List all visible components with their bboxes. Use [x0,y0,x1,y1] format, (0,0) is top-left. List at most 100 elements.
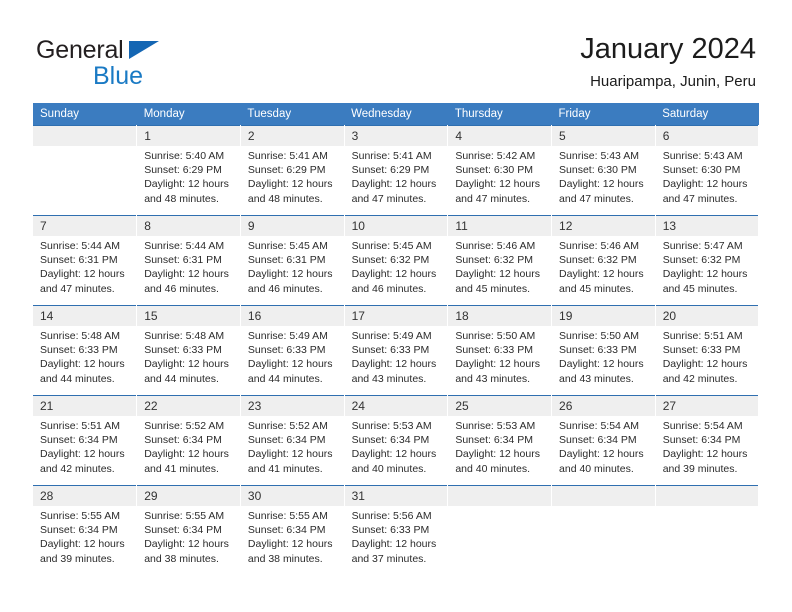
calendar-day-cell[interactable]: 18 Sunrise: 5:50 AM Sunset: 6:33 PM Dayligh… [447,305,553,396]
calendar-day-cell[interactable]: 31 Sunrise: 5:56 AM Sunset: 6:33 PM Dayligh… [344,485,449,576]
weekday-header-tuesday: Tuesday [240,103,345,126]
calendar-day-cell-empty [447,485,553,576]
sunrise-text: Sunrise: 5:45 AM [247,240,328,252]
sunrise-text: Sunrise: 5:40 AM [144,150,225,162]
daylight-text: Daylight: 12 hours and 44 minutes. [247,358,333,385]
calendar-day-cell[interactable]: 12 Sunrise: 5:46 AM Sunset: 6:32 PM Dayligh… [551,215,656,306]
day-number [552,486,655,506]
day-details: Sunrise: 5:52 AM Sunset: 6:34 PM Daylight:… [137,416,240,476]
calendar-day-cell[interactable]: 16 Sunrise: 5:49 AM Sunset: 6:33 PM Dayligh… [240,305,345,396]
day-number: 22 [137,396,240,416]
day-number: 31 [344,486,448,506]
sunrise-text: Sunrise: 5:50 AM [455,330,536,342]
day-details: Sunrise: 5:41 AM Sunset: 6:29 PM Daylight:… [241,146,344,206]
day-number: 20 [655,306,759,326]
sunrise-text: Sunrise: 5:41 AM [351,150,432,162]
sunrise-text: Sunrise: 5:55 AM [144,510,225,522]
calendar-day-cell[interactable]: 25 Sunrise: 5:53 AM Sunset: 6:34 PM Dayligh… [447,395,553,486]
calendar-day-cell[interactable]: 27 Sunrise: 5:54 AM Sunset: 6:34 PM Dayligh… [655,395,760,486]
sunset-text: Sunset: 6:32 PM [662,254,741,267]
calendar-day-cell[interactable]: 1 Sunrise: 5:40 AM Sunset: 6:29 PM Daylight… [136,125,241,216]
daylight-text: Daylight: 12 hours and 44 minutes. [40,358,125,385]
day-number: 4 [448,126,552,146]
day-number: 27 [655,396,759,416]
calendar-day-cell[interactable]: 30 Sunrise: 5:55 AM Sunset: 6:34 PM Dayligh… [240,485,345,576]
sunset-text: Sunset: 6:30 PM [662,164,741,177]
calendar-day-cell[interactable]: 24 Sunrise: 5:53 AM Sunset: 6:34 PM Dayligh… [344,395,449,486]
daylight-text: Daylight: 12 hours and 38 minutes. [144,538,229,565]
sunset-text: Sunset: 6:32 PM [351,254,430,267]
sunset-text: Sunset: 6:29 PM [144,164,222,177]
day-number: 21 [33,396,137,416]
calendar-day-cell[interactable]: 10 Sunrise: 5:45 AM Sunset: 6:32 PM Dayligh… [344,215,449,306]
sunset-text: Sunset: 6:32 PM [455,254,533,267]
calendar-day-cell[interactable]: 28 Sunrise: 5:55 AM Sunset: 6:34 PM Dayligh… [33,485,138,576]
day-number: 19 [552,306,655,326]
calendar-day-cell[interactable]: 21 Sunrise: 5:51 AM Sunset: 6:34 PM Dayligh… [33,395,138,486]
sunset-text: Sunset: 6:31 PM [40,254,118,267]
day-details: Sunrise: 5:41 AM Sunset: 6:29 PM Daylight:… [345,146,448,206]
calendar-day-cell[interactable]: 6 Sunrise: 5:43 AM Sunset: 6:30 PM Daylight… [655,125,760,216]
calendar-day-cell[interactable]: 3 Sunrise: 5:41 AM Sunset: 6:29 PM Daylight… [344,125,449,216]
daylight-text: Daylight: 12 hours and 43 minutes. [455,358,540,385]
calendar-week-row: 21 Sunrise: 5:51 AM Sunset: 6:34 PM Dayligh… [33,395,760,486]
calendar-day-cell[interactable]: 13 Sunrise: 5:47 AM Sunset: 6:32 PM Dayligh… [655,215,760,306]
calendar-day-cell[interactable]: 29 Sunrise: 5:55 AM Sunset: 6:34 PM Dayligh… [136,485,241,576]
calendar-day-cell[interactable]: 19 Sunrise: 5:50 AM Sunset: 6:33 PM Dayligh… [551,305,656,396]
sunrise-text: Sunrise: 5:46 AM [455,240,536,252]
day-details: Sunrise: 5:50 AM Sunset: 6:33 PM Daylight:… [552,326,655,386]
day-details: Sunrise: 5:48 AM Sunset: 6:33 PM Daylight:… [137,326,240,386]
calendar-week-row: 14 Sunrise: 5:48 AM Sunset: 6:33 PM Dayligh… [33,305,760,396]
sunset-text: Sunset: 6:34 PM [351,434,430,447]
day-details: Sunrise: 5:45 AM Sunset: 6:31 PM Daylight:… [241,236,344,296]
weekday-header-monday: Monday [136,103,241,126]
calendar-day-cell[interactable]: 8 Sunrise: 5:44 AM Sunset: 6:31 PM Daylight… [136,215,241,306]
sunset-text: Sunset: 6:33 PM [351,524,430,537]
day-number: 2 [240,126,344,146]
sunset-text: Sunset: 6:32 PM [559,254,637,267]
daylight-text: Daylight: 12 hours and 48 minutes. [247,178,333,205]
calendar-day-cell[interactable]: 14 Sunrise: 5:48 AM Sunset: 6:33 PM Dayligh… [33,305,138,396]
calendar-day-cell[interactable]: 4 Sunrise: 5:42 AM Sunset: 6:30 PM Daylight… [447,125,553,216]
sunrise-text: Sunrise: 5:51 AM [662,330,743,342]
calendar-day-cell[interactable]: 2 Sunrise: 5:41 AM Sunset: 6:29 PM Daylight… [240,125,345,216]
calendar-day-cell[interactable]: 15 Sunrise: 5:48 AM Sunset: 6:33 PM Dayligh… [136,305,241,396]
sunset-text: Sunset: 6:31 PM [144,254,222,267]
calendar-day-cell[interactable]: 26 Sunrise: 5:54 AM Sunset: 6:34 PM Dayligh… [551,395,656,486]
day-number: 16 [240,306,344,326]
sunrise-text: Sunrise: 5:54 AM [559,420,639,432]
day-details: Sunrise: 5:56 AM Sunset: 6:33 PM Daylight:… [345,506,448,566]
calendar-day-cell[interactable]: 7 Sunrise: 5:44 AM Sunset: 6:31 PM Daylight… [33,215,138,306]
daylight-text: Daylight: 12 hours and 47 minutes. [455,178,540,205]
calendar-day-cell[interactable]: 23 Sunrise: 5:52 AM Sunset: 6:34 PM Dayligh… [240,395,345,486]
sunrise-text: Sunrise: 5:41 AM [247,150,328,162]
day-details: Sunrise: 5:54 AM Sunset: 6:34 PM Daylight:… [656,416,759,476]
weekday-header-row: Sunday Monday Tuesday Wednesday Thursday… [33,103,759,126]
day-details: Sunrise: 5:55 AM Sunset: 6:34 PM Daylight:… [137,506,240,566]
day-number: 15 [137,306,240,326]
sunrise-text: Sunrise: 5:53 AM [351,420,432,432]
page-title: January 2024 [580,33,756,65]
daylight-text: Daylight: 12 hours and 41 minutes. [247,448,333,475]
calendar-day-cell[interactable]: 9 Sunrise: 5:45 AM Sunset: 6:31 PM Daylight… [240,215,345,306]
day-number: 12 [552,216,655,236]
calendar-grid: Sunday Monday Tuesday Wednesday Thursday… [33,103,760,576]
weekday-header-sunday: Sunday [33,103,137,126]
weekday-header-friday: Friday [551,103,656,126]
day-number: 30 [240,486,344,506]
daylight-text: Daylight: 12 hours and 45 minutes. [559,268,644,295]
day-number: 18 [448,306,552,326]
calendar-day-cell[interactable]: 20 Sunrise: 5:51 AM Sunset: 6:33 PM Dayligh… [655,305,760,396]
day-details: Sunrise: 5:53 AM Sunset: 6:34 PM Daylight:… [345,416,448,476]
calendar-day-cell[interactable]: 22 Sunrise: 5:52 AM Sunset: 6:34 PM Dayligh… [136,395,241,486]
day-details: Sunrise: 5:43 AM Sunset: 6:30 PM Daylight:… [552,146,655,206]
sunset-text: Sunset: 6:34 PM [455,434,533,447]
daylight-text: Daylight: 12 hours and 40 minutes. [351,448,437,475]
day-details: Sunrise: 5:40 AM Sunset: 6:29 PM Daylight:… [137,146,240,206]
daylight-text: Daylight: 12 hours and 37 minutes. [351,538,437,565]
daylight-text: Daylight: 12 hours and 40 minutes. [559,448,644,475]
day-number: 5 [552,126,655,146]
calendar-day-cell[interactable]: 11 Sunrise: 5:46 AM Sunset: 6:32 PM Dayligh… [447,215,553,306]
calendar-day-cell[interactable]: 17 Sunrise: 5:49 AM Sunset: 6:33 PM Dayligh… [344,305,449,396]
calendar-day-cell[interactable]: 5 Sunrise: 5:43 AM Sunset: 6:30 PM Daylight… [551,125,656,216]
